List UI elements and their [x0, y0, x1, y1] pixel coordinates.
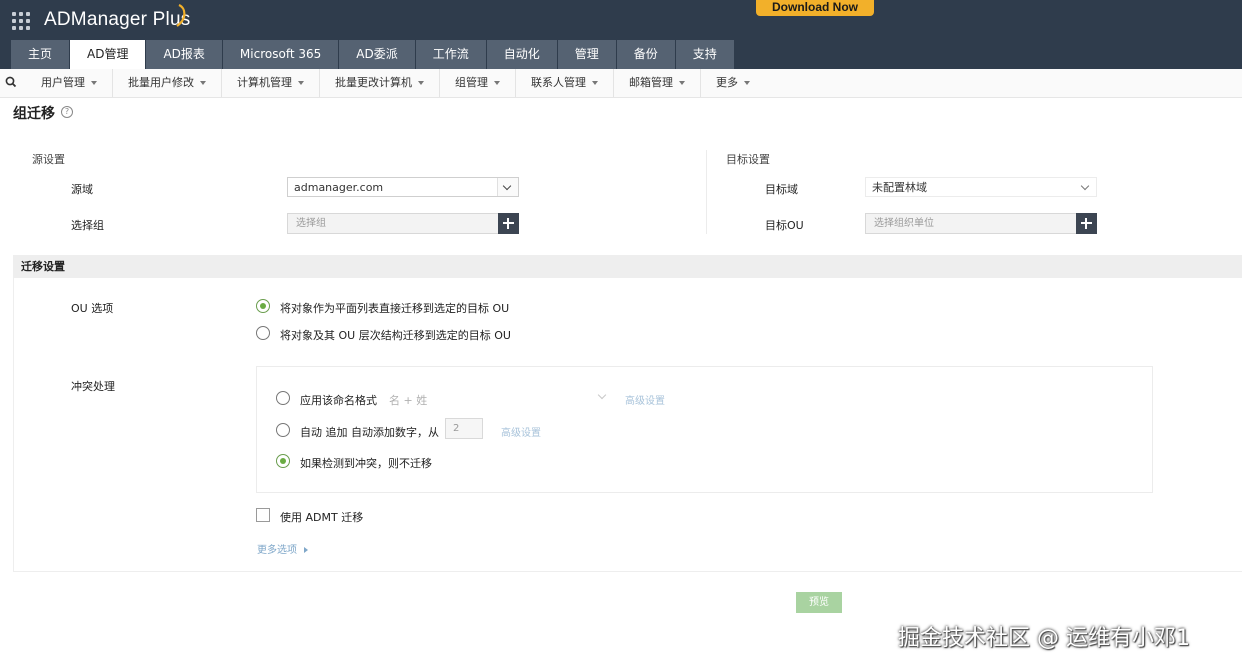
more-options-label: 更多选项 — [257, 545, 297, 556]
caret-down-icon — [592, 81, 598, 85]
chevron-down-icon — [1080, 181, 1090, 191]
dropdown-button[interactable] — [1076, 178, 1096, 196]
add-ou-button[interactable] — [1076, 213, 1097, 234]
source-domain-value: admanager.com — [294, 181, 384, 194]
auto-number-text: 自动添加数字，从 — [351, 426, 439, 439]
conflict-skip-label[interactable]: 如果检测到冲突，则不迁移 — [300, 455, 432, 471]
dropdown-button[interactable] — [497, 178, 518, 196]
target-settings-heading: 目标设置 — [726, 153, 770, 166]
advanced-settings-link-2[interactable]: 高级设置 — [501, 424, 541, 439]
subnav-label: 联系人管理 — [531, 76, 586, 89]
subnav-user-management[interactable]: 用户管理 — [26, 69, 113, 97]
logo-swoosh-icon — [176, 4, 186, 27]
caret-right-icon — [304, 547, 308, 553]
product-logo[interactable]: ADManager Plus — [44, 9, 190, 31]
ou-options-label: OU 选项 — [71, 302, 114, 315]
source-settings-heading: 源设置 — [32, 153, 65, 166]
ou-option-hierarchy-radio[interactable] — [256, 326, 270, 340]
naming-format-select[interactable]: 名 + 姓 — [389, 392, 427, 408]
subnav-contact-management[interactable]: 联系人管理 — [516, 69, 614, 97]
tab-admin[interactable]: 管理 — [557, 40, 616, 69]
conflict-naming-format-radio[interactable] — [276, 391, 290, 405]
select-group-label: 选择组 — [71, 219, 104, 232]
ou-option-flat-radio[interactable] — [256, 299, 270, 313]
select-group-input[interactable]: 选择组 — [287, 213, 499, 234]
tab-ad-delegation[interactable]: AD委派 — [339, 40, 415, 69]
caret-down-icon — [679, 81, 685, 85]
column-divider — [706, 150, 707, 234]
caret-down-icon — [91, 81, 97, 85]
sub-navigation: 用户管理 批量用户修改 计算机管理 批量更改计算机 组管理 联系人管理 邮箱管理… — [0, 69, 1242, 98]
conflict-naming-format-label[interactable]: 应用该命名格式 — [300, 392, 377, 408]
use-admt-checkbox[interactable] — [256, 508, 270, 522]
subnav-bulk-user-modification[interactable]: 批量用户修改 — [113, 69, 222, 97]
use-admt-label[interactable]: 使用 ADMT 迁移 — [280, 509, 363, 525]
caret-down-icon — [200, 81, 206, 85]
subnav-label: 批量用户修改 — [128, 76, 194, 89]
conflict-auto-label: 自动 追加 自动添加数字，从 — [300, 424, 439, 440]
caret-down-icon — [418, 81, 424, 85]
subnav-mailbox-management[interactable]: 邮箱管理 — [614, 69, 701, 97]
subnav-label: 批量更改计算机 — [335, 76, 412, 89]
tab-backup[interactable]: 备份 — [616, 40, 675, 69]
tab-microsoft-365[interactable]: Microsoft 365 — [222, 40, 339, 69]
add-group-button[interactable] — [498, 213, 519, 234]
top-bar: ADManager Plus Download Now 主页 AD管理 AD报表… — [0, 0, 1242, 69]
subnav-group-management[interactable]: 组管理 — [440, 69, 516, 97]
ou-option-flat-label[interactable]: 将对象作为平面列表直接迁移到选定的目标 OU — [280, 300, 509, 316]
source-domain-label: 源域 — [71, 183, 93, 196]
append-select[interactable]: 追加 — [326, 426, 348, 439]
subnav-more[interactable]: 更多 — [701, 69, 765, 97]
caret-down-icon — [744, 81, 750, 85]
search-icon[interactable] — [0, 69, 26, 97]
target-ou-label: 目标OU — [765, 219, 804, 232]
target-domain-label: 目标域 — [765, 183, 798, 196]
caret-down-icon — [298, 81, 304, 85]
ou-option-hierarchy-label[interactable]: 将对象及其 OU 层次结构迁移到选定的目标 OU — [280, 327, 511, 343]
advanced-settings-link-1[interactable]: 高级设置 — [625, 392, 665, 407]
caret-down-icon — [494, 81, 500, 85]
main-tabs: 主页 AD管理 AD报表 Microsoft 365 AD委派 工作流 自动化 … — [11, 40, 735, 69]
tab-support[interactable]: 支持 — [675, 40, 734, 69]
target-domain-select[interactable]: 未配置林域 — [865, 177, 1097, 197]
subnav-label: 计算机管理 — [237, 76, 292, 89]
help-icon[interactable]: ? — [61, 106, 73, 118]
more-options-link[interactable]: 更多选项 — [257, 541, 308, 556]
chevron-down-icon — [502, 181, 512, 191]
auto-text: 自动 — [300, 426, 322, 439]
migration-settings-header: 迁移设置 — [13, 255, 1242, 278]
conflict-handling-label: 冲突处理 — [71, 380, 115, 393]
subnav-label: 组管理 — [455, 76, 488, 89]
page-title: 组迁移 — [13, 106, 55, 122]
subnav-label: 邮箱管理 — [629, 76, 673, 89]
tab-workflow[interactable]: 工作流 — [415, 40, 486, 69]
preview-button[interactable]: 预览 — [796, 592, 842, 613]
target-ou-input[interactable]: 选择组织单位 — [865, 213, 1077, 234]
source-domain-select[interactable]: admanager.com — [287, 177, 519, 197]
auto-number-start-input[interactable]: 2 — [445, 418, 483, 439]
subnav-bulk-computer-modification[interactable]: 批量更改计算机 — [320, 69, 440, 97]
tab-home[interactable]: 主页 — [11, 40, 70, 69]
tab-ad-reports[interactable]: AD报表 — [146, 40, 222, 69]
download-now-button[interactable]: Download Now — [756, 0, 874, 16]
subnav-computer-management[interactable]: 计算机管理 — [222, 69, 320, 97]
tab-automation[interactable]: 自动化 — [486, 40, 557, 69]
conflict-auto-append-radio[interactable] — [276, 423, 290, 437]
subnav-label: 用户管理 — [41, 76, 85, 89]
watermark-text: 掘金技术社区 @ 运维有小邓1 — [898, 626, 1190, 651]
conflict-skip-radio[interactable] — [276, 454, 290, 468]
app-grid-icon[interactable] — [12, 12, 32, 32]
target-domain-value: 未配置林域 — [872, 181, 927, 194]
tab-ad-management[interactable]: AD管理 — [70, 40, 146, 69]
subnav-label: 更多 — [716, 76, 738, 89]
